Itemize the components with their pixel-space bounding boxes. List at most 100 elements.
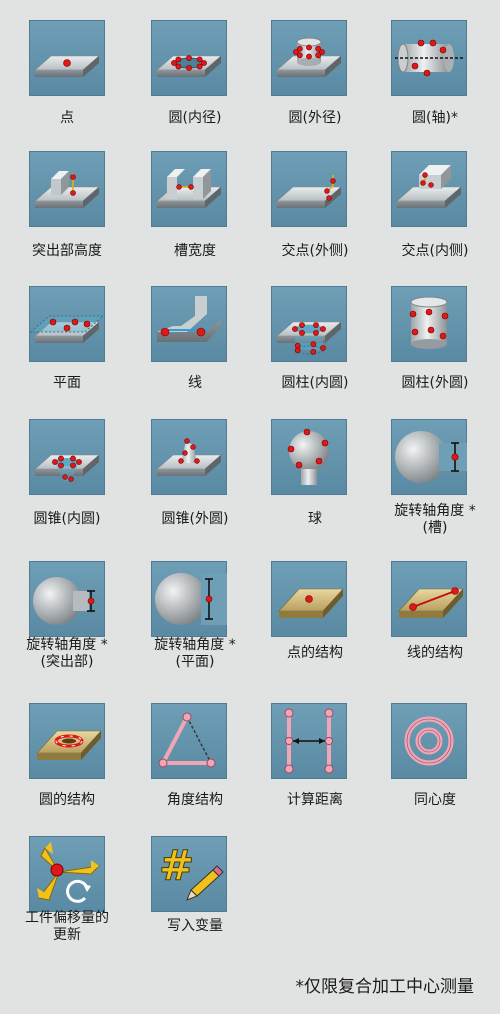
icon-label-line-1: 球 (308, 511, 322, 527)
icon-label-line-1: 旋转轴角度 * (154, 637, 236, 653)
line-construction-icon (398, 587, 464, 618)
icon-label-line-2: (槽) (422, 520, 448, 536)
icon-label: 平面 (8, 375, 126, 392)
icon-label: 圆柱(内圆) (256, 375, 374, 392)
icon-label-line-1: 圆(外径) (288, 110, 342, 126)
point-on-plate-icon (34, 55, 100, 77)
icon-label-line-2: (平面) (175, 654, 215, 670)
calculate-distance-icon (284, 708, 334, 774)
tile-point-on-plate[interactable] (29, 20, 105, 96)
icon-label-line-1: 线的结构 (407, 645, 463, 661)
tile-write-variable[interactable]: # (151, 836, 227, 912)
icon-label: 交点(内侧) (376, 243, 494, 260)
icon-label-line-1: 旋转轴角度 * (394, 503, 476, 519)
icon-label-line-1: 槽宽度 (174, 243, 216, 259)
icon-label: 旋转轴角度 * (平面) (136, 637, 254, 671)
protrusion-height-icon (34, 171, 100, 208)
rotary-axis-angle-protrusion-icon (33, 577, 95, 625)
tile-line-construction[interactable] (391, 561, 467, 637)
icon-label: 计算距离 (256, 792, 374, 809)
icon-label: 槽宽度 (136, 243, 254, 260)
icon-label: 圆锥(内圆) (8, 511, 126, 528)
intersection-inner-icon (396, 165, 462, 208)
icon-label: 球 (256, 511, 374, 528)
angle-construction-icon (158, 712, 216, 768)
tile-cylinder-inner[interactable] (271, 286, 347, 362)
icon-label-line-1: 点 (60, 110, 74, 126)
icon-label-line-1: 圆柱(外圆) (401, 375, 469, 391)
tile-workpiece-offset-update[interactable] (29, 836, 105, 912)
sphere-icon (287, 428, 329, 485)
icon-label: 圆的结构 (8, 792, 126, 809)
tile-protrusion-height[interactable] (29, 151, 105, 227)
icon-label-line-1: 写入变量 (167, 918, 223, 934)
icon-label: 线的结构 (376, 645, 494, 662)
write-variable-icon: # (159, 841, 224, 901)
icon-label-line-1: 点的结构 (287, 645, 343, 661)
icon-label-line-1: 圆(内径) (168, 110, 222, 126)
icon-label-line-1: 圆的结构 (39, 792, 95, 808)
tile-sphere[interactable] (271, 419, 347, 495)
icon-label: 线 (136, 375, 254, 392)
icon-label: 工件偏移量的 更新 (8, 910, 126, 944)
tile-cylinder-outer[interactable] (391, 286, 467, 362)
tile-rotary-axis-angle-protrusion[interactable] (29, 561, 105, 637)
tile-line[interactable] (151, 286, 227, 362)
icon-label: 交点(外侧) (256, 243, 374, 260)
icon-label: 点 (8, 110, 126, 127)
workpiece-offset-update-icon (37, 842, 101, 903)
circle-construction-icon (36, 730, 102, 760)
svg-text:#: # (159, 841, 194, 890)
tile-cone-inner[interactable] (29, 419, 105, 495)
cylinder-inner-icon (276, 321, 342, 355)
tile-rotary-axis-angle-slot[interactable] (391, 419, 467, 495)
point-construction-icon (278, 588, 344, 618)
tile-intersection-inner[interactable] (391, 151, 467, 227)
icon-label-line-1: 旋转轴角度 * (26, 637, 108, 653)
icon-label-line-1: 线 (188, 375, 202, 391)
icon-label: 圆锥(外圆) (136, 511, 254, 528)
tile-circle-construction[interactable] (29, 703, 105, 779)
tile-concentricity[interactable] (391, 703, 467, 779)
icon-label: 同心度 (376, 792, 494, 809)
icon-label-line-1: 交点(内侧) (401, 243, 469, 259)
concentricity-icon (404, 716, 454, 766)
slot-width-icon (156, 169, 222, 208)
icon-label-line-1: 计算距离 (287, 792, 343, 808)
icon-label: 旋转轴角度 * (槽) (376, 503, 494, 537)
icon-label-line-1: 工件偏移量的 (25, 910, 109, 926)
cone-inner-icon (34, 454, 100, 482)
tile-plane[interactable] (29, 286, 105, 362)
icon-label: 写入变量 (136, 918, 254, 935)
tile-angle-construction[interactable] (151, 703, 227, 779)
tile-point-construction[interactable] (271, 561, 347, 637)
plane-icon (29, 315, 105, 343)
tile-circle-inner-diameter[interactable] (151, 20, 227, 96)
tile-circle-axis[interactable] (391, 20, 467, 96)
icon-label-line-1: 角度结构 (167, 792, 223, 808)
icon-label: 突出部高度 (8, 243, 126, 260)
icon-label-line-1: 同心度 (414, 792, 456, 808)
icon-label: 圆(内径) (136, 110, 254, 127)
circle-inner-diameter-icon (156, 55, 222, 77)
tile-intersection-outer[interactable] (271, 151, 347, 227)
tile-slot-width[interactable] (151, 151, 227, 227)
circle-outer-diameter-icon (276, 37, 342, 77)
tile-rotary-axis-angle-plane[interactable] (151, 561, 227, 637)
icon-label-line-2: 更新 (53, 927, 81, 943)
icon-label-line-2: (突出部) (40, 654, 94, 670)
icon-label-line-1: 圆锥(内圆) (33, 511, 101, 527)
tile-cone-outer[interactable] (151, 419, 227, 495)
rotary-axis-angle-plane-icon (155, 573, 227, 625)
icon-label: 旋转轴角度 * (突出部) (8, 637, 126, 671)
icon-label: 圆柱(外圆) (376, 375, 494, 392)
icon-label: 圆(外径) (256, 110, 374, 127)
tile-circle-outer-diameter[interactable] (271, 20, 347, 96)
rotary-axis-angle-slot-icon (395, 431, 467, 483)
cone-outer-icon (156, 438, 222, 476)
icon-label: 圆(轴)* (376, 110, 494, 127)
icon-label-line-1: 圆(轴)* (412, 110, 458, 126)
circle-axis-icon (395, 39, 465, 77)
icon-label-line-1: 突出部高度 (32, 243, 102, 259)
tile-calculate-distance[interactable] (271, 703, 347, 779)
